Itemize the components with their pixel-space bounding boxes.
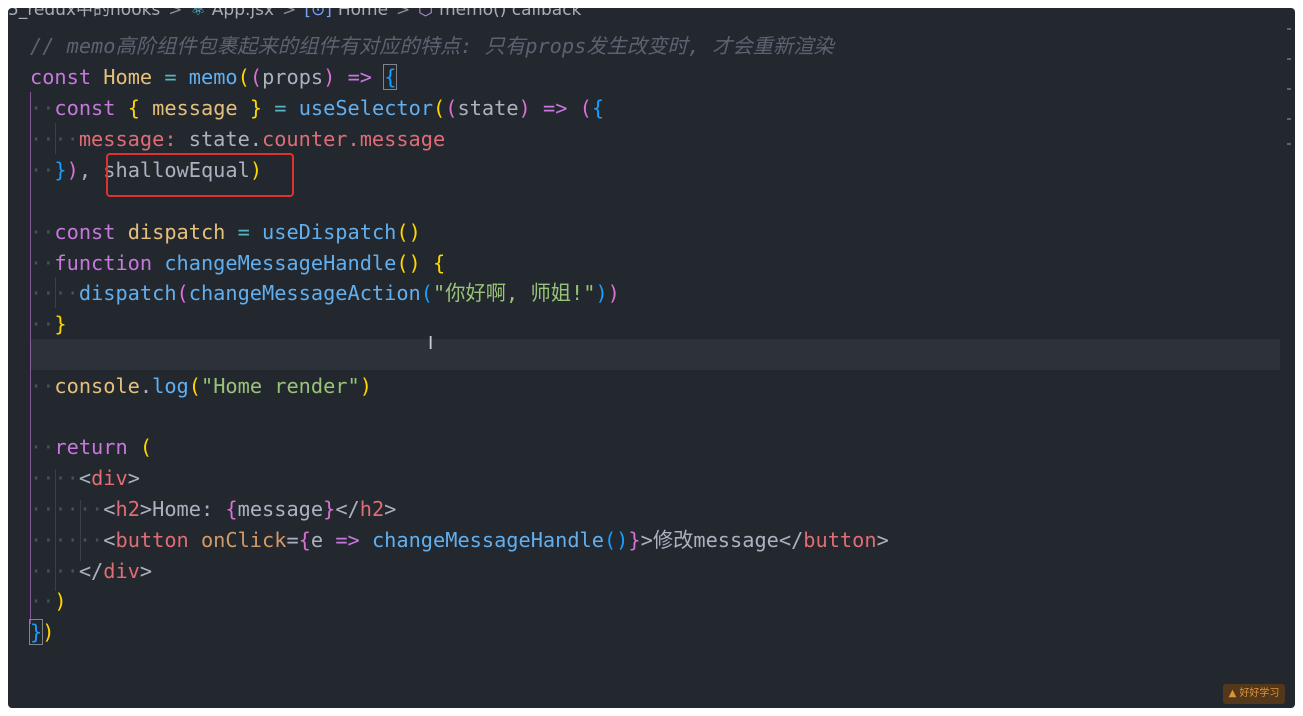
identifier-dispatch: dispatch [78,281,177,305]
chevron-right-icon: > [396,8,411,20]
current-line-highlight [30,339,1280,370]
operator-arrow: => [542,96,568,120]
operator-arrow: => [335,528,360,552]
code-line-15: ····<div> [30,466,140,490]
symbol-variable-icon: [⊙] [304,8,332,20]
code-line-9: ····dispatch(changeMessageAction("你好啊, 师… [30,281,620,305]
scroll-marker [1287,28,1291,30]
keyword-const: const [30,65,92,89]
property-message: message: [78,127,177,151]
identifier-dispatch: dispatch [127,220,226,244]
code-line-12: ··console.log("Home render") [30,374,372,398]
annotation-highlight-box [106,153,294,197]
identifier-log: log [152,374,189,398]
chevron-right-icon: > [282,8,297,20]
param-e: e [310,528,324,552]
param-props: props [262,65,324,89]
text-cursor-icon: I [428,333,434,354]
jsx-tag-h2: h2 [359,497,385,521]
code-line-10: ··} [30,312,67,336]
code-line-1: // memo高阶组件包裹起来的组件有对应的特点: 只有props发生改变时, … [30,31,834,62]
string-literal: "你好啊, 师姐!" [432,281,596,305]
jsx-tag-button: button [115,528,189,552]
code-line-3: ··const { message } = useSelector((state… [30,96,605,120]
identifier-memo: memo [188,65,238,89]
code-line-2: const Home = memo((props) => { [30,64,398,90]
code-line-14: ··return ( [30,435,153,459]
jsx-tag-button: button [803,528,877,552]
keyword-function: function [54,251,153,275]
chevron-right-icon: > [168,8,183,20]
breadcrumb-file[interactable]: App.jsx [212,8,274,20]
identifier-useDispatch: useDispatch [262,220,397,244]
code-line-20: }) [28,619,55,645]
symbol-method-icon: ⬡ [418,8,434,20]
scroll-marker [1287,88,1291,90]
react-icon: ⚛ [190,8,206,20]
code-line-17: ······<button onClick={e => changeMessag… [30,528,889,552]
operator: = [237,220,250,244]
code-line-4: ····message: state.counter.message [30,127,446,151]
operator-arrow: => [347,65,372,89]
code-line-19: ··) [30,589,67,613]
watermark-logo: ▲ 好好学习 [1223,684,1285,704]
param-state: state [457,96,519,120]
scroll-marker [1287,58,1291,60]
breadcrumb: 5_redux中的hooks > ⚛ App.jsx > [⊙] Home > ⬡ memo() … [8,8,581,21]
scroll-marker [1287,143,1291,145]
property-message: .message [347,127,446,151]
identifier-changeMessageAction: changeMessageAction [188,281,421,305]
identifier-message: message [237,497,324,521]
breadcrumb-symbol[interactable]: Home [338,8,388,20]
identifier-home: Home [103,65,153,89]
identifier-console: console [54,374,140,398]
breadcrumb-callback[interactable]: memo() callback [439,8,581,20]
breadcrumb-folder[interactable]: 5_redux中的hooks [8,8,160,20]
string-literal: "Home render" [200,374,360,398]
jsx-tag-div: div [91,466,128,490]
code-editor-window: 5_redux中的hooks > ⚛ App.jsx > [⊙] Home > ⬡ memo() … [8,8,1295,708]
operator: = [274,96,287,120]
identifier-changeMessageHandle: changeMessageHandle [371,528,604,552]
identifier-state: state. [188,127,263,151]
jsx-tag-div: div [103,559,140,583]
jsx-text: 修改message [652,528,779,552]
identifier-changeMessageHandle: changeMessageHandle [164,251,397,275]
watermark-text: 好好学习 [1239,688,1280,699]
code-editor[interactable]: // memo高阶组件包裹起来的组件有对应的特点: 只有props发生改变时, … [28,25,1282,708]
vertical-scrollbar[interactable] [1281,8,1295,708]
code-line-16: ······<h2>Home: {message}</h2> [30,497,397,521]
code-line-7: ··const dispatch = useDispatch() [30,220,421,244]
jsx-tag-h2: h2 [115,497,140,521]
identifier-useSelector: useSelector [298,96,434,120]
jsx-text: Home: [152,497,226,521]
scroll-marker [1287,118,1291,120]
jsx-attr-onClick: onClick [200,528,287,552]
comment: // memo高阶组件包裹起来的组件有对应的特点: 只有props发生改变时, … [30,34,834,58]
keyword-return: return [54,435,128,459]
keyword-const: const [54,220,116,244]
keyword-const: const [54,96,116,120]
operator: = [164,65,177,89]
code-line-8: ··function changeMessageHandle() { [30,251,446,275]
code-line-18: ····</div> [30,559,153,583]
property-counter: counter [262,127,348,151]
identifier-message: message [152,96,238,120]
